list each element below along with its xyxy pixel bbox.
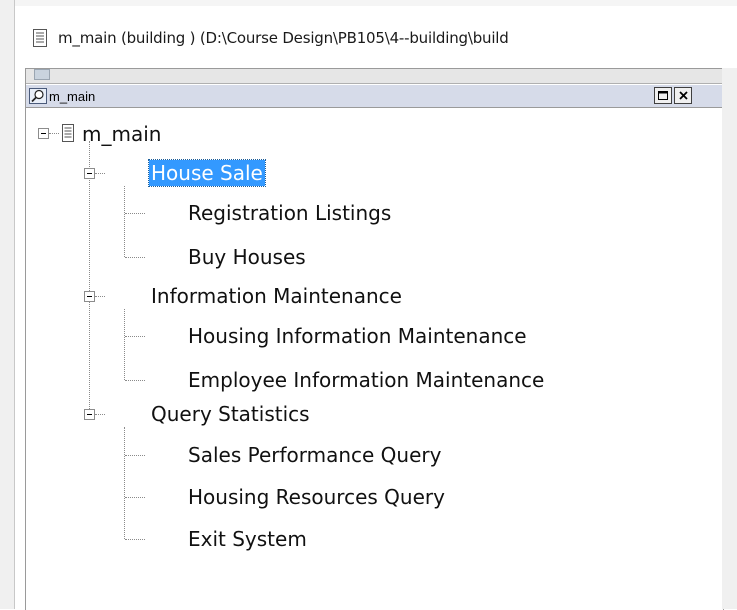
group-expander-house-sale[interactable] <box>84 168 95 179</box>
title-bar[interactable]: m_main (building ) (D:\Course Design\PB1… <box>0 18 737 58</box>
child-connector <box>125 257 145 258</box>
tree-item-housing-information-maintenance[interactable]: Housing Information Maintenance <box>188 323 527 349</box>
tree-item-buy-houses[interactable]: Buy Houses <box>188 244 306 270</box>
group-connector <box>95 414 105 415</box>
child-connector <box>125 336 145 337</box>
close-icon <box>678 91 688 100</box>
root-connector <box>49 133 59 134</box>
branch-line <box>124 427 125 539</box>
outer-top-strip <box>0 0 737 6</box>
panel-splitter-handle[interactable] <box>34 69 50 80</box>
window-title: m_main (building ) (D:\Course Design\PB1… <box>58 29 509 47</box>
branch-line <box>124 186 125 257</box>
tree-item-exit-system[interactable]: Exit System <box>188 526 307 552</box>
tree-item-sales-performance-query[interactable]: Sales Performance Query <box>188 442 441 468</box>
application-window: m_main (building ) (D:\Course Design\PB1… <box>0 0 737 610</box>
child-connector <box>125 380 145 381</box>
right-frame-edge <box>722 68 737 609</box>
child-connector <box>125 455 145 456</box>
outer-left-frame <box>0 0 15 609</box>
tree-root[interactable]: m_main <box>82 121 161 147</box>
restore-icon <box>658 91 668 100</box>
tree-item-housing-resources-query[interactable]: Housing Resources Query <box>188 484 445 510</box>
group-expander-query-statistics[interactable] <box>84 409 95 420</box>
panel-title: m_main <box>49 88 96 104</box>
tree-group-query-statistics[interactable]: Query Statistics <box>151 401 310 427</box>
group-connector <box>95 296 105 297</box>
tree-group-information-maintenance[interactable]: Information Maintenance <box>151 283 402 309</box>
document-icon <box>33 29 47 47</box>
restore-button[interactable] <box>654 87 672 104</box>
group-connector <box>95 173 105 174</box>
tree-item-employee-information-maintenance[interactable]: Employee Information Maintenance <box>188 367 544 393</box>
child-connector <box>125 213 145 214</box>
child-connector <box>125 539 145 540</box>
tree-group-house-sale[interactable]: House Sale <box>148 159 266 187</box>
group-expander-information-maintenance[interactable] <box>84 291 95 302</box>
panel-header: m_main <box>26 85 723 108</box>
menu-tree-panel: m_main m_main House Sale Registration Li… <box>25 68 724 610</box>
tree-item-registration-listings[interactable]: Registration Listings <box>188 200 391 226</box>
trunk-line <box>89 141 90 409</box>
magnifier-icon <box>29 88 47 104</box>
branch-line <box>124 309 125 380</box>
root-expander[interactable] <box>38 128 49 139</box>
child-connector <box>125 497 145 498</box>
root-document-icon <box>62 124 74 142</box>
close-button[interactable] <box>674 87 692 104</box>
panel-top-strip <box>26 69 723 84</box>
